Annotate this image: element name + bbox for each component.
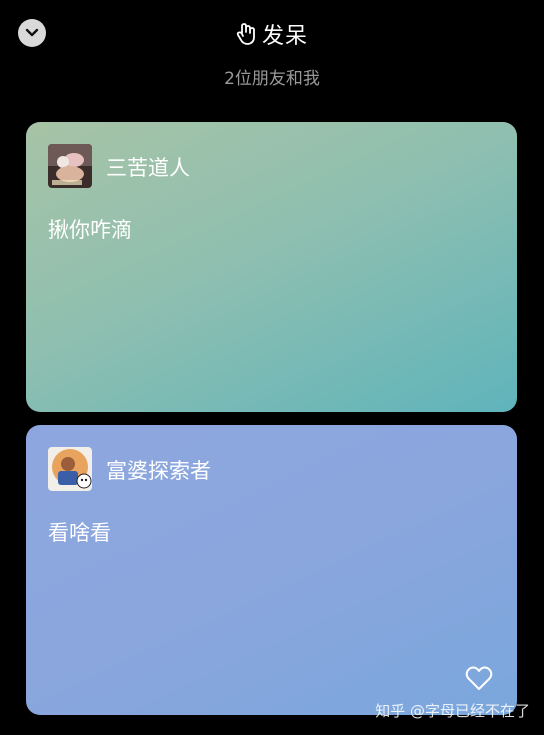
status-card[interactable]: 富婆探索者 看啥看 bbox=[26, 425, 517, 715]
watermark: 知乎 @字母已经不在了 bbox=[375, 702, 530, 720]
avatar[interactable] bbox=[48, 447, 92, 491]
author-name[interactable]: 三苦道人 bbox=[106, 152, 190, 182]
author-name[interactable]: 富婆探索者 bbox=[106, 455, 211, 485]
hand-icon bbox=[236, 23, 255, 45]
participants-subtitle: 2位朋友和我 bbox=[224, 69, 320, 89]
avatar[interactable] bbox=[48, 144, 92, 188]
status-card[interactable]: 三苦道人 揪你咋滴 bbox=[26, 122, 517, 412]
heart-icon[interactable] bbox=[465, 665, 493, 691]
title-text: 发呆 bbox=[261, 24, 308, 49]
page-title: 发呆 bbox=[0, 18, 544, 50]
status-message: 揪你咋滴 bbox=[48, 218, 132, 242]
status-message: 看啥看 bbox=[48, 521, 111, 545]
